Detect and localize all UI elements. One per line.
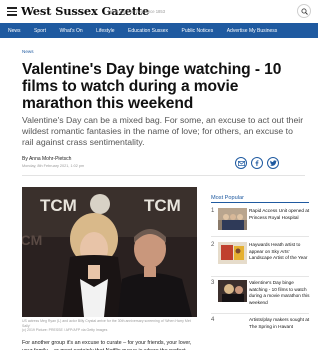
- lead-photo[interactable]: TCM TCM TCM: [22, 187, 197, 317]
- most-popular-rank: 4: [211, 317, 215, 323]
- nav-item-lifestyle[interactable]: Lifestyle: [96, 28, 114, 34]
- most-popular-headline[interactable]: Valentine's Day binge watching - 10 film…: [249, 280, 311, 306]
- search-button[interactable]: [297, 4, 311, 18]
- nav-item-news[interactable]: News: [8, 28, 21, 34]
- svg-text:TCM: TCM: [40, 196, 77, 215]
- article-date: Monday, 8th February 2021, 1:02 pm: [22, 164, 85, 168]
- photo-caption: US actress Meg Ryan (L) and actor Billy …: [22, 319, 197, 333]
- most-popular-thumbnail[interactable]: [218, 242, 247, 264]
- share-twitter-button[interactable]: [267, 157, 279, 169]
- most-popular-separator: [211, 236, 309, 237]
- article-byline: By Anna Mohr-Pietsch: [22, 156, 72, 162]
- article-standfirst: Valentine's Day can be a mixed bag. For …: [22, 115, 304, 147]
- nav-item-public-notices[interactable]: Public Notices: [182, 28, 214, 34]
- thumbnail-image: [218, 208, 247, 230]
- most-popular-headline[interactable]: Haywards Heath artist to appear on Sky A…: [249, 242, 311, 262]
- article-body: For another group it's an excuse to cura…: [22, 340, 192, 350]
- most-popular-thumbnail[interactable]: [218, 280, 247, 302]
- most-popular-rank: 3: [211, 280, 215, 286]
- most-popular-separator: [211, 276, 309, 277]
- hamburger-menu-icon[interactable]: [7, 7, 17, 16]
- most-popular-separator: [211, 313, 309, 314]
- most-popular-title: Most Popular: [211, 195, 244, 201]
- svg-text:TCM: TCM: [144, 196, 181, 215]
- most-popular-item[interactable]: 4 Artists/play makers sought at The Spri…: [211, 317, 311, 350]
- photo-illustration: TCM TCM TCM: [22, 187, 197, 317]
- caption-line: US actress Meg Ryan (L) and actor Billy …: [22, 319, 191, 328]
- nav-item-advertise[interactable]: Advertise My Business: [227, 28, 278, 34]
- header-divider: [22, 175, 305, 176]
- most-popular-rank: 2: [211, 242, 215, 248]
- most-popular-headline[interactable]: Rapid Access Unit opened at Princess Roy…: [249, 208, 311, 221]
- most-popular-item[interactable]: 3 Valentine's Day binge watching - 10 fi…: [211, 280, 311, 314]
- email-icon: [237, 160, 245, 166]
- thumbnail-image: [218, 242, 247, 264]
- thumbnail-image: [218, 280, 247, 302]
- most-popular-rank: 1: [211, 208, 215, 214]
- breadcrumb[interactable]: News: [22, 49, 34, 54]
- search-input[interactable]: [108, 6, 288, 17]
- search-icon: [301, 8, 308, 15]
- twitter-icon: [269, 160, 277, 166]
- svg-text:TCM: TCM: [22, 232, 42, 248]
- main-nav: News Sport What's On Lifestyle Education…: [0, 23, 318, 38]
- share-email-button[interactable]: [235, 157, 247, 169]
- nav-item-sport[interactable]: Sport: [34, 28, 46, 34]
- nav-item-whats-on[interactable]: What's On: [59, 28, 82, 34]
- most-popular-headline[interactable]: Artists/play makers sought at The Spring…: [249, 317, 311, 330]
- share-facebook-button[interactable]: [251, 157, 263, 169]
- article-headline: Valentine's Day binge watching - 10 film…: [22, 61, 282, 112]
- nav-item-education-sussex[interactable]: Education Sussex: [128, 28, 168, 34]
- caption-credit: (c) 2019 Picture: PRESSE / AFP/AFP via G…: [22, 328, 108, 332]
- most-popular-rule: [211, 202, 309, 203]
- most-popular-item[interactable]: 2 Haywards Heath artist to appear on Sky…: [211, 242, 311, 276]
- most-popular-thumbnail[interactable]: [218, 208, 247, 230]
- facebook-icon: [255, 160, 259, 166]
- masthead: West Sussex Gazette: [0, 0, 318, 23]
